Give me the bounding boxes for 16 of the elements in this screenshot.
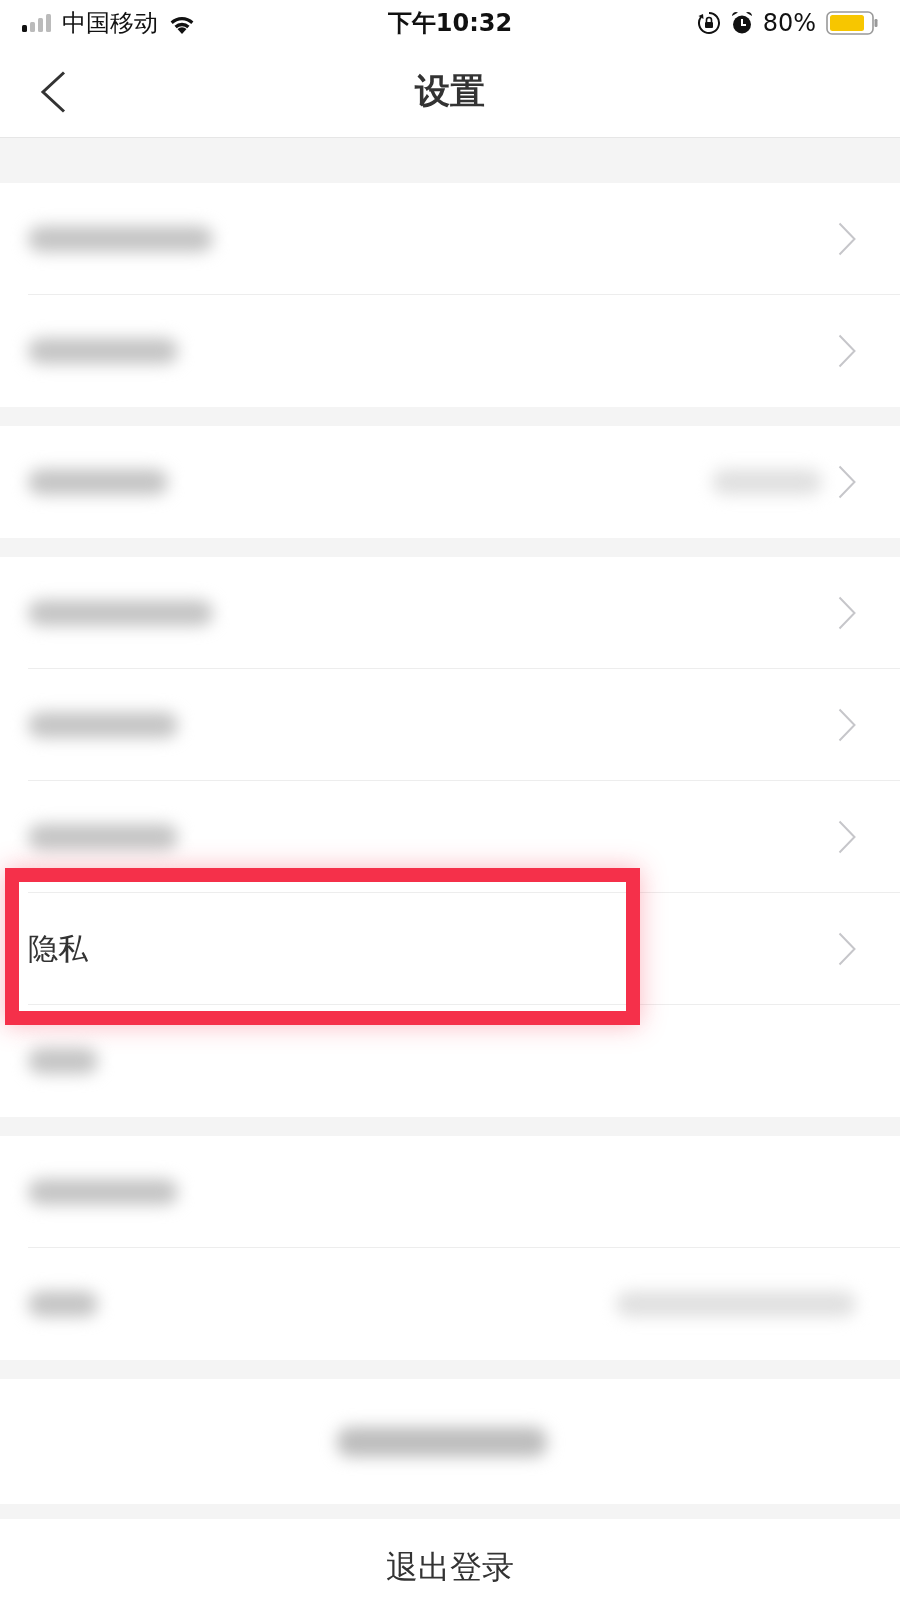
rotation-lock-icon <box>696 11 721 35</box>
blurred-text <box>28 1048 98 1074</box>
blurred-text <box>28 1291 98 1317</box>
back-icon <box>40 70 66 113</box>
carrier-name: 中国移动 <box>62 8 158 38</box>
logout-button[interactable]: 退出登录 <box>0 1519 900 1600</box>
battery-percent: 80% <box>762 8 816 38</box>
settings-row[interactable] <box>0 781 900 893</box>
signal-icon <box>22 14 52 32</box>
page-title: 设置 <box>413 70 486 113</box>
alarm-icon <box>730 11 753 35</box>
settings-row[interactable] <box>0 1379 900 1504</box>
battery-icon <box>826 11 878 35</box>
settings-row[interactable]: 隐私 <box>0 893 900 1005</box>
settings-row[interactable] <box>0 1005 900 1117</box>
status-time: 下午10:32 <box>387 8 513 38</box>
